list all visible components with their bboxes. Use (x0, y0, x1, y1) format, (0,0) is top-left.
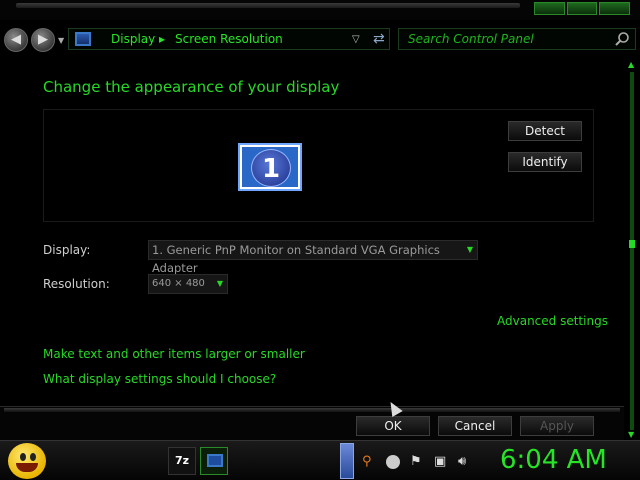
address-bar: ◀ ▶ ▼ Display ▸ Screen Resolution ▽ ⇄ Se… (0, 24, 640, 54)
taskbar-clock[interactable]: 6:04 AM (500, 445, 607, 475)
display-label: Display: (43, 243, 91, 257)
vertical-scrollbar[interactable]: ▲ ▼ (624, 58, 640, 440)
chevron-down-icon: ▼ (466, 245, 473, 254)
resolution-select-value: 640 × 480 (152, 278, 205, 289)
tray-expand-button[interactable] (340, 443, 354, 479)
breadcrumb-screen-resolution[interactable]: Screen Resolution (175, 32, 283, 46)
cancel-button[interactable]: Cancel (438, 416, 512, 436)
chevron-down-icon: ▼ (216, 279, 223, 288)
volume-icon[interactable]: 🔊︎ (458, 454, 466, 469)
identify-button[interactable]: Identify (508, 152, 582, 172)
taskbar-display-app[interactable] (200, 447, 228, 475)
window-titlebar (0, 0, 640, 20)
smiley-eye-icon (20, 453, 26, 461)
main-content: Change the appearance of your display 1 … (0, 58, 624, 408)
tray-search-icon[interactable]: ⚲ (362, 454, 372, 469)
maximize-button[interactable] (566, 2, 598, 15)
recent-pages-dropdown-icon[interactable]: ▼ (58, 36, 64, 45)
monitor-icon (207, 454, 223, 467)
page-title: Change the appearance of your display (43, 78, 340, 96)
monitor-icon (75, 32, 91, 46)
search-input[interactable]: Search Control Panel (398, 28, 636, 50)
forward-icon[interactable]: ▶ (31, 28, 55, 52)
advanced-settings-link[interactable]: Advanced settings (497, 314, 608, 328)
text-size-link[interactable]: Make text and other items larger or smal… (43, 347, 305, 361)
titlebar-strip (16, 3, 520, 8)
flag-icon[interactable]: ⚑ (410, 454, 422, 469)
display-select-value: 1. Generic PnP Monitor on Standard VGA G… (152, 243, 440, 275)
breadcrumb-separator-icon[interactable]: ▸ (159, 32, 165, 46)
apply-button[interactable]: Apply (520, 416, 594, 436)
display-help-link[interactable]: What display settings should I choose? (43, 372, 276, 386)
scroll-down-icon[interactable]: ▼ (628, 430, 634, 439)
monitor-preview-area: 1 Detect Identify (43, 109, 594, 222)
display-select[interactable]: 1. Generic PnP Monitor on Standard VGA G… (148, 240, 478, 275)
scroll-up-icon[interactable]: ▲ (628, 60, 634, 69)
minimize-button[interactable] (534, 2, 565, 15)
smiley-mouth-icon (16, 463, 38, 472)
divider (4, 408, 620, 412)
scroll-thumb[interactable] (629, 240, 635, 248)
resolution-label: Resolution: (43, 277, 110, 291)
smiley-eye-icon (30, 453, 36, 461)
detect-button[interactable]: Detect (508, 121, 582, 141)
window-controls (534, 2, 631, 15)
7zip-icon[interactable]: 7z (168, 447, 196, 475)
breadcrumb-display[interactable]: Display (111, 32, 155, 46)
refresh-icon[interactable]: ⇄ (373, 31, 385, 47)
back-icon[interactable]: ◀ (4, 28, 28, 52)
monitor-tile[interactable]: 1 (238, 143, 302, 191)
monitor-number: 1 (251, 149, 291, 187)
tray-status-icon[interactable] (386, 455, 400, 469)
network-icon[interactable]: ▣ (434, 454, 446, 469)
breadcrumb[interactable]: Display ▸ Screen Resolution ▽ ⇄ (68, 28, 390, 50)
scroll-track[interactable] (630, 72, 634, 430)
resolution-select[interactable]: 640 × 480 ▼ (148, 274, 228, 294)
ok-button[interactable]: OK (356, 416, 430, 436)
search-placeholder: Search Control Panel (408, 32, 534, 46)
taskbar: 7z ⚲ ⚑ ▣ 🔊︎ 6:04 AM (0, 440, 640, 480)
address-dropdown-icon[interactable]: ▽ (352, 34, 360, 45)
dialog-button-bar: OK Cancel Apply (0, 406, 624, 440)
smiley-start-icon[interactable] (8, 443, 46, 479)
close-button[interactable] (599, 2, 631, 15)
search-icon[interactable] (614, 31, 630, 47)
